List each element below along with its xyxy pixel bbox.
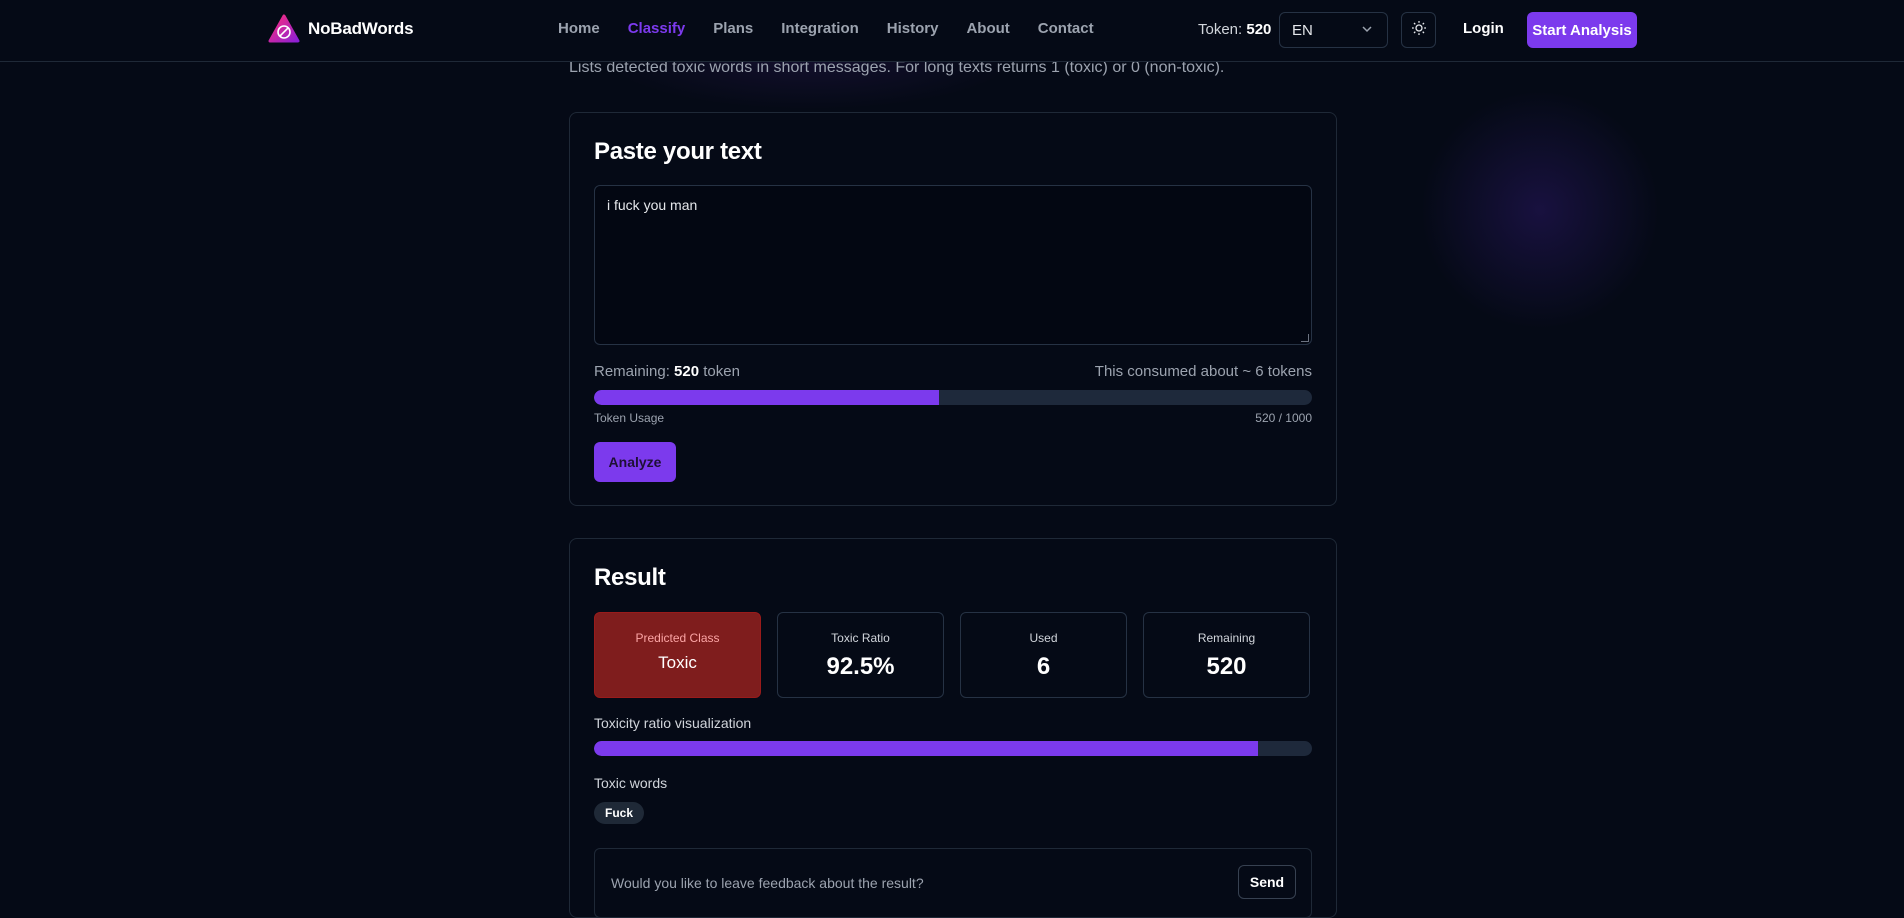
nav-integration[interactable]: Integration <box>781 20 859 37</box>
toxicity-viz-label: Toxicity ratio visualization <box>594 715 752 731</box>
text-input-value: i fuck you man <box>607 197 698 213</box>
resize-grip-icon[interactable] <box>1301 334 1309 342</box>
top-nav-bar: NoBadWords Home Classify Plans Integrati… <box>0 0 1904 62</box>
token-balance: Token: 520 <box>1198 21 1271 38</box>
stat-label: Used <box>1029 631 1058 645</box>
chevron-down-icon <box>1361 22 1373 39</box>
login-link[interactable]: Login <box>1463 20 1504 37</box>
nav-plans[interactable]: Plans <box>713 20 753 37</box>
send-feedback-button[interactable]: Send <box>1238 865 1296 899</box>
toxic-ratio-stat: Toxic Ratio 92.5% <box>777 612 944 698</box>
stat-value: 6 <box>1036 653 1051 680</box>
nav-home[interactable]: Home <box>558 20 600 37</box>
token-usage-fill <box>594 390 939 405</box>
used-stat: Used 6 <box>960 612 1127 698</box>
text-input[interactable]: i fuck you man <box>594 185 1312 345</box>
remaining-value: 520 <box>674 363 700 380</box>
nav-contact[interactable]: Contact <box>1038 20 1094 37</box>
nav-about[interactable]: About <box>966 20 1009 37</box>
predicted-class-stat: Predicted Class Toxic <box>594 612 761 698</box>
stat-label: Predicted Class <box>635 631 720 645</box>
token-usage-label: Token Usage <box>594 411 665 425</box>
remaining-tokens: Remaining: 520 token <box>594 363 740 380</box>
brand-icon <box>268 14 300 44</box>
brand-logo[interactable]: NoBadWords <box>268 14 414 44</box>
toxicity-ratio-fill <box>594 741 1259 756</box>
toxicity-ratio-bar <box>594 741 1312 756</box>
nav-classify[interactable]: Classify <box>628 20 686 37</box>
remaining-unit: token <box>703 363 740 380</box>
input-card: Paste your text i fuck you man Remaining… <box>569 112 1337 506</box>
token-usage-bar <box>594 390 1312 405</box>
token-balance-label: Token: <box>1198 21 1243 38</box>
token-balance-value: 520 <box>1246 21 1272 38</box>
result-card-title: Result <box>594 564 666 591</box>
result-card: Result Predicted Class Toxic Toxic Ratio… <box>569 538 1337 918</box>
remaining-label: Remaining: <box>594 363 670 380</box>
remaining-stat: Remaining 520 <box>1143 612 1310 698</box>
consumed-tokens: This consumed about ~ 6 tokens <box>1094 363 1312 380</box>
stat-label: Remaining <box>1197 631 1256 645</box>
input-card-title: Paste your text <box>594 138 762 165</box>
token-usage-text: 520 / 1000 <box>1255 411 1312 425</box>
toxic-word-chip: Fuck <box>594 802 645 824</box>
feedback-input[interactable]: Would you like to leave feedback about t… <box>611 875 924 891</box>
stat-value: 520 <box>1206 653 1247 680</box>
start-analysis-button[interactable]: Start Analysis <box>1527 12 1637 48</box>
main-nav: Home Classify Plans Integration History … <box>558 20 1094 37</box>
language-value: EN <box>1292 21 1313 39</box>
token-info-row: Remaining: 520 token This consumed about… <box>594 363 1312 380</box>
background-glow <box>1420 90 1660 330</box>
feedback-box: Would you like to leave feedback about t… <box>594 848 1312 918</box>
theme-toggle-button[interactable] <box>1401 12 1436 48</box>
sun-icon <box>1411 20 1427 41</box>
result-stats: Predicted Class Toxic Toxic Ratio 92.5% … <box>594 612 1312 698</box>
toxic-words-label: Toxic words <box>594 775 668 791</box>
analyze-button[interactable]: Analyze <box>594 442 676 482</box>
language-select[interactable]: EN <box>1279 12 1388 48</box>
brand-name: NoBadWords <box>308 19 414 38</box>
nav-history[interactable]: History <box>887 20 939 37</box>
token-usage-row: Token Usage 520 / 1000 <box>594 411 1312 425</box>
stat-value: 92.5% <box>826 653 895 680</box>
stat-label: Toxic Ratio <box>831 631 890 645</box>
stat-value: Toxic <box>658 653 697 672</box>
